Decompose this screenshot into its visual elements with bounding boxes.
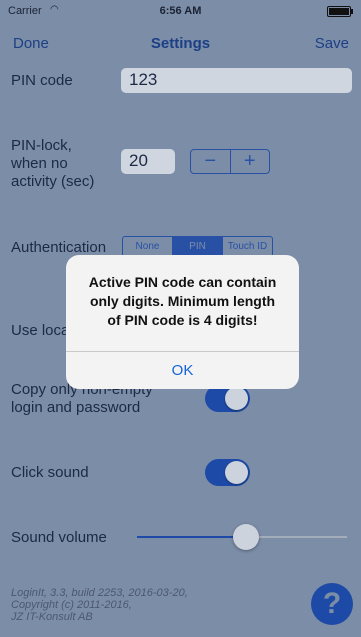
copy-nonempty-label-line2: login and password — [11, 399, 141, 416]
company-line: JZ IT-Konsult AB — [11, 611, 93, 623]
pin-lock-timeout-input[interactable]: 20 — [121, 149, 175, 174]
auth-option-none[interactable]: None — [123, 237, 172, 256]
sound-volume-label: Sound volume — [11, 529, 107, 546]
toggle-knob — [225, 461, 248, 484]
authentication-segmented-control: None PIN Touch ID — [122, 236, 273, 257]
pin-code-label: PIN code — [11, 72, 73, 89]
stepper-plus-button[interactable]: + — [229, 150, 270, 173]
alert-dialog: Active PIN code can contain only digits.… — [66, 255, 299, 389]
version-footer: LoginIt, 3.3, build 2253, 2016-03-20, Co… — [11, 587, 188, 623]
alert-message-line1: Active PIN code can contain — [88, 274, 277, 290]
use-local-label: Use loca — [11, 322, 70, 339]
pin-code-input[interactable]: 123 — [121, 68, 352, 93]
pin-lock-label-line1: PIN-lock, — [11, 137, 72, 154]
battery-icon — [327, 6, 353, 17]
toggle-knob — [225, 387, 248, 410]
alert-message-line3: of PIN code is 4 digits! — [107, 312, 258, 328]
copyright-line: Copyright (c) 2011-2016, — [11, 599, 132, 611]
save-button[interactable]: Save — [315, 35, 349, 52]
status-time: 6:56 AM — [159, 5, 202, 17]
alert-message-line2: only digits. Minimum length — [89, 293, 276, 309]
slider-thumb[interactable] — [233, 524, 260, 550]
auth-option-pin[interactable]: PIN — [172, 237, 222, 256]
alert-ok-button[interactable]: OK — [66, 352, 299, 389]
click-sound-label: Click sound — [11, 464, 89, 481]
page-title: Settings — [150, 35, 211, 52]
slider-fill — [137, 536, 247, 538]
settings-screen: Carrier ◠ 6:56 AM Done Settings Save PIN… — [0, 0, 361, 637]
pin-lock-label-line2: when no — [11, 155, 68, 172]
help-icon[interactable]: ? — [311, 583, 353, 625]
status-bar: Carrier ◠ 6:56 AM — [0, 0, 361, 22]
version-line: LoginIt, 3.3, build 2253, 2016-03-20, — [11, 587, 188, 599]
copy-nonempty-toggle[interactable] — [205, 385, 250, 412]
auth-option-touch-id[interactable]: Touch ID — [222, 237, 272, 256]
stepper-minus-button[interactable]: − — [191, 150, 230, 173]
alert-message: Active PIN code can contain only digits.… — [76, 273, 289, 330]
click-sound-toggle[interactable] — [205, 459, 250, 486]
pin-lock-label-line3: activity (sec) — [11, 173, 95, 190]
nav-bar: Done Settings Save — [0, 22, 361, 64]
sound-volume-slider[interactable] — [137, 524, 347, 550]
pin-lock-stepper: − + — [190, 149, 270, 174]
